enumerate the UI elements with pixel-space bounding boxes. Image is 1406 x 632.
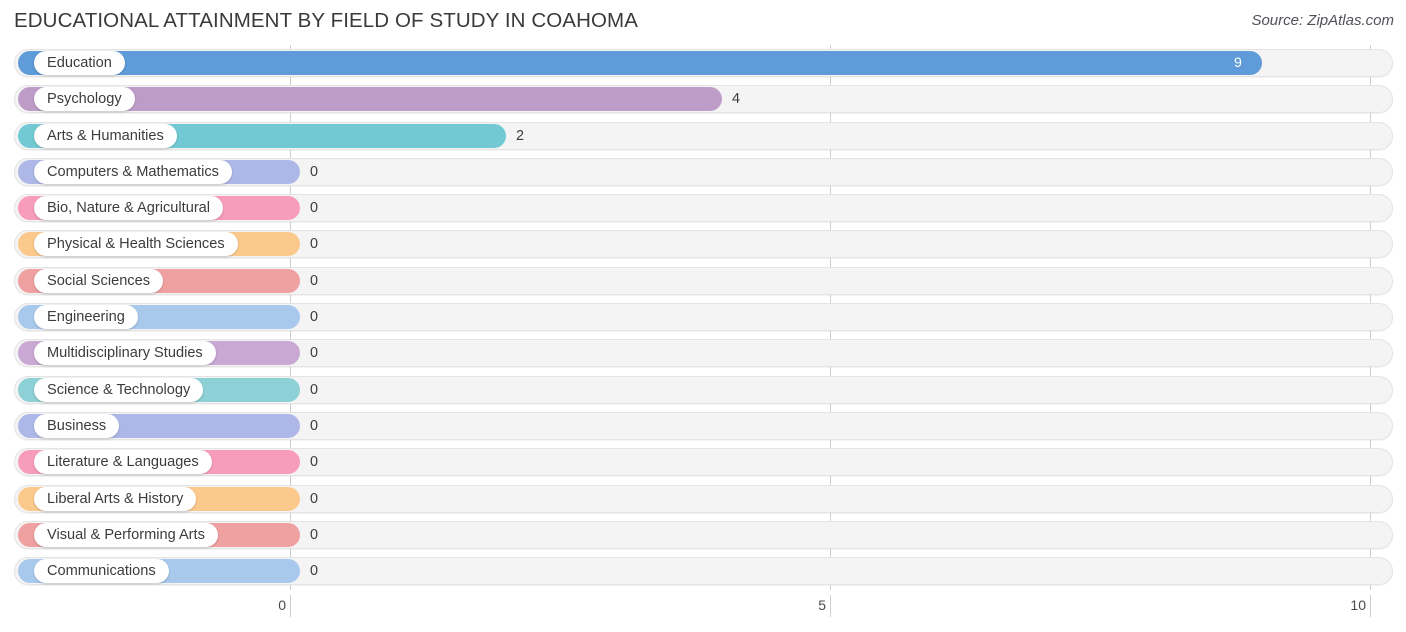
bar-row[interactable]: Literature & Languages 0 (0, 444, 1406, 480)
category-label: Physical & Health Sciences (34, 232, 238, 257)
value-label-inside: 9 (1234, 55, 1242, 71)
value-label: 0 (310, 381, 319, 398)
category-label: Visual & Performing Arts (34, 522, 218, 547)
category-label: Communications (34, 559, 169, 584)
value-label: 0 (310, 163, 319, 180)
category-label: Science & Technology (34, 377, 204, 402)
bar-rows: Education 9 Psychology 4 Arts & Humanities 2 C… (0, 45, 1406, 589)
chart-page: EDUCATIONAL ATTAINMENT BY FIELD OF STUDY… (0, 0, 1406, 632)
bar-row[interactable]: Visual & Performing Arts 0 (0, 517, 1406, 553)
category-label: Bio, Nature & Agricultural (34, 196, 224, 221)
value-label: 0 (310, 236, 319, 253)
x-axis: 0 5 10 (0, 595, 1406, 632)
page-title: EDUCATIONAL ATTAINMENT BY FIELD OF STUDY… (14, 9, 638, 32)
category-label: Computers & Mathematics (34, 159, 232, 184)
bar-row[interactable]: Arts & Humanities 2 (0, 118, 1406, 154)
value-label: 0 (310, 345, 319, 362)
bar-row[interactable]: Liberal Arts & History 0 (0, 481, 1406, 517)
source-attribution: Source: ZipAtlas.com (1251, 12, 1394, 29)
bar-row[interactable]: Multidisciplinary Studies 0 (0, 335, 1406, 371)
value-label: 2 (516, 127, 525, 144)
category-label: Literature & Languages (34, 450, 212, 475)
value-label: 4 (732, 91, 741, 108)
value-label: 0 (310, 417, 319, 434)
category-label: Business (34, 413, 120, 438)
tick-label-5: 5 (818, 597, 826, 613)
category-label: Multidisciplinary Studies (34, 341, 216, 366)
category-label: Arts & Humanities (34, 123, 177, 148)
category-label: Psychology (34, 87, 135, 112)
value-label: 0 (310, 309, 319, 326)
tick-mark-0 (290, 595, 291, 617)
tick-mark-5 (830, 595, 831, 617)
bar-row[interactable]: Physical & Health Sciences 0 (0, 226, 1406, 262)
value-label: 0 (310, 454, 319, 471)
category-label: Engineering (34, 305, 138, 330)
bar-row[interactable]: Science & Technology 0 (0, 372, 1406, 408)
value-bar[interactable] (18, 51, 1262, 75)
category-label: Liberal Arts & History (34, 486, 197, 511)
category-label: Education (34, 51, 125, 75)
tick-label-0: 0 (278, 597, 286, 613)
bar-row[interactable]: Computers & Mathematics 0 (0, 154, 1406, 190)
bar-row[interactable]: Bio, Nature & Agricultural 0 (0, 190, 1406, 226)
bar-row[interactable]: Psychology 4 (0, 81, 1406, 117)
tick-mark-10 (1370, 595, 1371, 617)
bar-row[interactable]: Social Sciences 0 (0, 263, 1406, 299)
value-label: 0 (310, 526, 319, 543)
value-label: 0 (310, 490, 319, 507)
bar-row[interactable]: Education 9 (0, 45, 1406, 81)
value-label: 0 (310, 272, 319, 289)
bar-row[interactable]: Engineering 0 (0, 299, 1406, 335)
bar-row[interactable]: Communications 0 (0, 553, 1406, 589)
value-label: 0 (310, 200, 319, 217)
tick-label-10: 10 (1350, 597, 1366, 613)
category-label: Social Sciences (34, 268, 164, 293)
plot-area: Education 9 Psychology 4 Arts & Humanities 2 C… (0, 45, 1406, 595)
value-label: 0 (310, 563, 319, 580)
chart-header: EDUCATIONAL ATTAINMENT BY FIELD OF STUDY… (0, 0, 1406, 44)
bar-row[interactable]: Business 0 (0, 408, 1406, 444)
